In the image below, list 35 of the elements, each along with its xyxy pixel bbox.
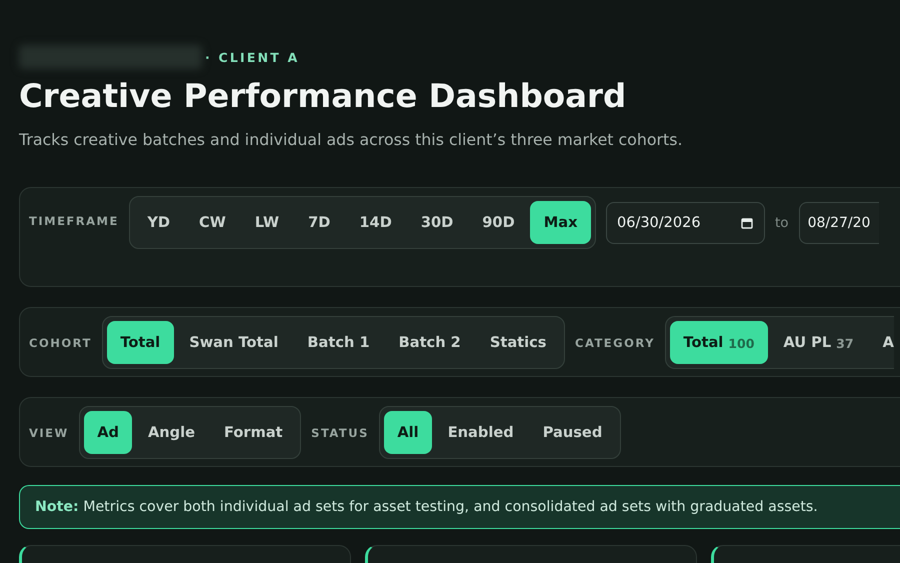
filter-option[interactable]: 90D [468,201,528,244]
filter-option[interactable]: 7D [294,201,344,244]
filter-option[interactable]: YD [134,201,184,244]
calendar-icon [741,216,753,228]
date-separator: to [775,214,789,230]
filter-option[interactable]: Batch 1 [294,321,384,364]
filter-option[interactable]: LW [241,201,293,244]
filter-label: CATEGORY [575,336,655,350]
client-label: · CLIENT A [205,50,300,64]
page-title: Creative Performance Dashboard [19,76,628,117]
date-field[interactable]: 08/27/20 [798,202,879,244]
filter-option[interactable]: Max [530,201,591,244]
filter-option[interactable]: All [384,411,432,454]
filter-label: TIMEFRAME [29,214,119,228]
filter-option[interactable]: Statics [476,321,560,364]
filter-option[interactable]: Format [210,411,296,454]
filter-option[interactable]: 30D [407,201,467,244]
filter-option[interactable]: Total 100 [670,321,768,364]
filter-option[interactable]: Enabled [434,411,528,454]
filter-option[interactable]: CW [186,201,240,244]
filter-label: VIEW [29,426,69,440]
filter-label: COHORT [29,336,92,350]
filter-option[interactable]: Swan Total [176,321,292,364]
filter-option[interactable]: Total [106,321,174,364]
filter-option[interactable]: Batch 2 [385,321,474,364]
date-field[interactable]: 06/30/2026 [606,202,765,244]
page-subtitle: Tracks creative batches and individual ads across this client’s three market cohorts. [19,130,684,149]
filter-option[interactable]: Paused [529,411,616,454]
filter-option[interactable]: 14D [346,201,406,244]
filter-option[interactable]: Angle [134,411,209,454]
filter-label: STATUS [311,426,369,440]
filter-option[interactable]: AU PL 37 [770,321,868,364]
filter-option[interactable]: Ad [84,411,132,454]
filter-option[interactable]: A [869,321,894,364]
note-banner: Note: Metrics cover both individual ad sets for asset testing, and consolidated ad sets with graduated assets. [19,485,900,529]
